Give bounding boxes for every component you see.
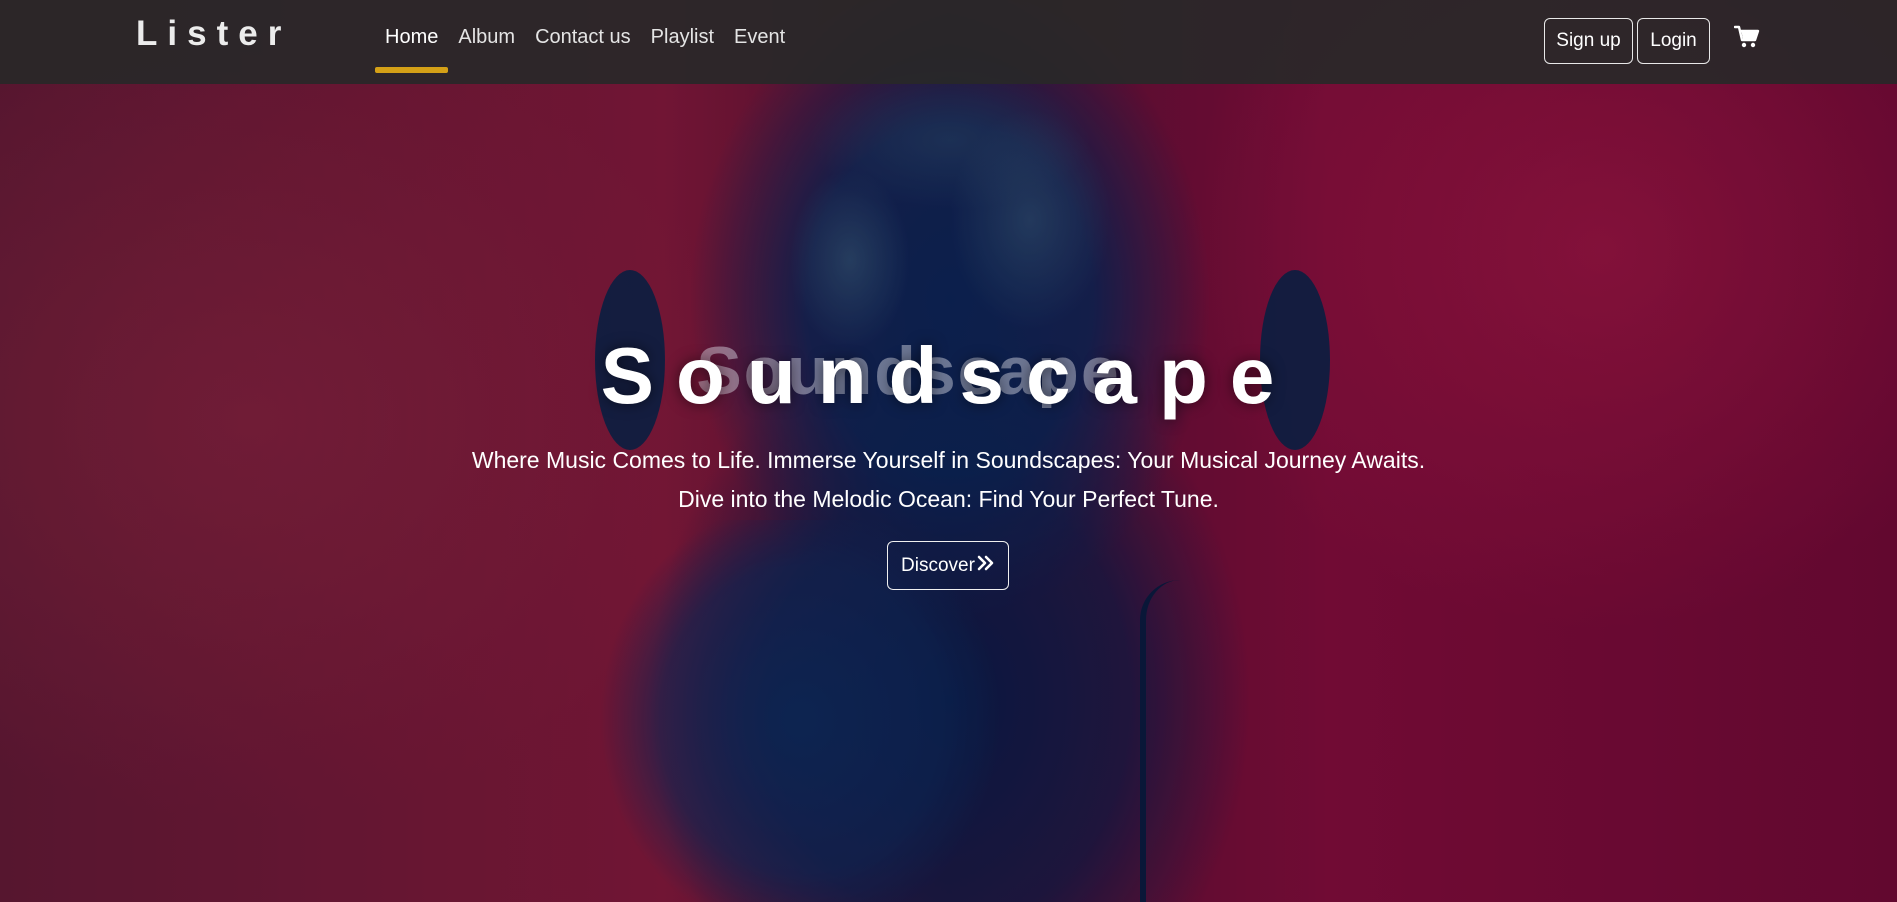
main-nav: Home Album Contact us Playlist Event	[375, 26, 795, 73]
discover-button[interactable]: Discover	[887, 541, 1009, 590]
navbar: Lister Home Album Contact us Playlist Ev…	[0, 0, 1897, 84]
signup-button[interactable]: Sign up	[1544, 18, 1633, 64]
double-chevron-right-icon	[977, 554, 995, 577]
nav-item-contact-us[interactable]: Contact us	[525, 26, 641, 49]
nav-item-event[interactable]: Event	[724, 26, 795, 49]
login-button[interactable]: Login	[1637, 18, 1710, 64]
nav-item-album[interactable]: Album	[448, 26, 525, 49]
shopping-cart-icon[interactable]	[1733, 24, 1760, 50]
hero-subtitle: Where Music Comes to Life. Immerse Yours…	[471, 447, 1426, 512]
hero-title: Soundscape	[600, 331, 1297, 420]
nav-item-playlist[interactable]: Playlist	[641, 26, 724, 49]
brand-logo[interactable]: Lister	[136, 14, 291, 54]
discover-button-label: Discover	[901, 554, 975, 576]
nav-item-home[interactable]: Home	[375, 26, 449, 73]
